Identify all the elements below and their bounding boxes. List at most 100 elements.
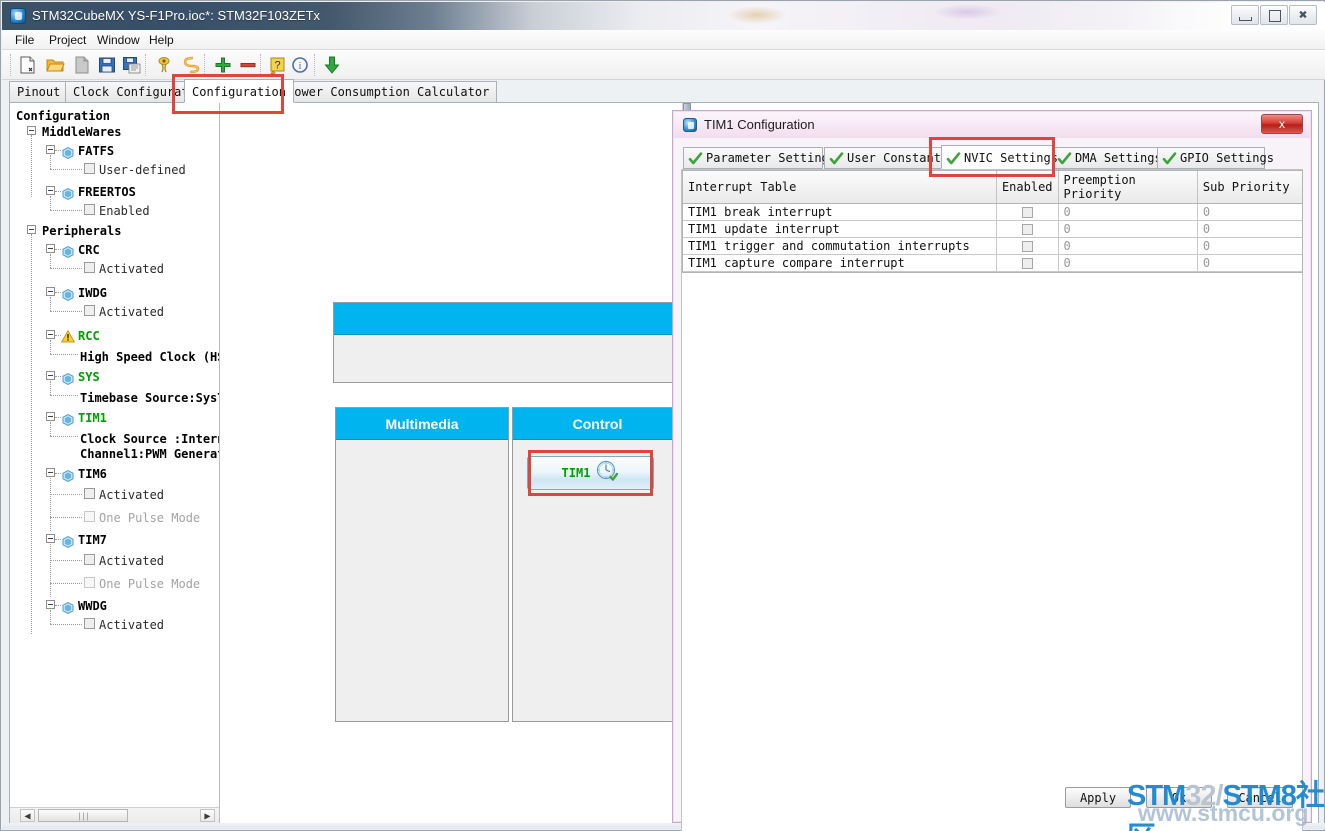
tree-node-freertos-enabled[interactable]: Enabled [99,202,150,220]
tree-node-tim7[interactable]: TIM7 [78,531,107,549]
tab-pinout[interactable]: Pinout [9,81,69,103]
tab-dma-settings[interactable]: DMA Settings [1052,147,1162,169]
tree-node-wwdg[interactable]: WWDG [78,597,107,615]
maximize-icon[interactable] [1260,5,1288,25]
checkbox-tim7-one-pulse-mode[interactable] [84,577,95,588]
cell-sub-priority[interactable]: 0 [1197,237,1302,255]
configuration-tree-panel[interactable]: Configuration MiddleWares FATFS User-def… [10,103,220,823]
checkbox-interrupt-enabled[interactable] [1021,207,1033,218]
scroll-left-arrow-icon[interactable]: ◀ [20,809,35,822]
expander-sys[interactable] [46,371,55,380]
menu-file[interactable]: File [10,32,39,48]
cancel-button[interactable]: Cancel [1227,787,1293,808]
checkbox-tim6-one-pulse-mode[interactable] [84,511,95,522]
tree-node-tim7-activated[interactable]: Activated [99,552,164,570]
tree-node-sys[interactable]: SYS [78,368,100,386]
checkbox-wwdg-activated[interactable] [84,618,95,629]
table-row[interactable]: TIM1 update interrupt 0 0 [683,220,1302,238]
tree-node-crc-activated[interactable]: Activated [99,260,164,278]
column-header-preemption-priority[interactable]: Preemption Priority [1058,171,1198,204]
apply-button[interactable]: Apply [1065,787,1131,808]
expander-tim1[interactable] [46,412,55,421]
tree-node-sys-timebase[interactable]: Timebase Source:SysTi [80,389,219,407]
checkbox-interrupt-enabled[interactable] [1021,241,1033,252]
open-project-icon[interactable] [45,55,65,75]
table-row[interactable]: TIM1 break interrupt 0 0 [683,203,1302,221]
tree-node-user-defined[interactable]: User-defined [99,161,186,179]
new-project-icon[interactable] [18,55,38,75]
cell-enabled[interactable] [996,237,1059,255]
checkbox-crc-activated[interactable] [84,262,95,273]
peripheral-button-tim1[interactable]: TIM1 [527,456,654,490]
cell-enabled[interactable] [996,220,1059,238]
cell-sub-priority[interactable]: 0 [1197,254,1302,272]
cell-preemption-priority[interactable]: 0 [1058,237,1198,255]
cell-sub-priority[interactable]: 0 [1197,220,1302,238]
generate-report-icon[interactable] [154,55,174,75]
tree-node-tim6-one-pulse-mode[interactable]: One Pulse Mode [99,509,200,527]
save-project-icon[interactable] [97,55,117,75]
expander-peripherals[interactable] [27,225,36,234]
checkbox-interrupt-enabled[interactable] [1021,224,1033,235]
tab-configuration[interactable]: Configuration [184,79,294,103]
checkbox-fatfs-user-defined[interactable] [84,163,95,174]
checkbox-iwdg-activated[interactable] [84,305,95,316]
cell-preemption-priority[interactable]: 0 [1058,254,1198,272]
tree-node-middlewares[interactable]: MiddleWares [42,123,121,141]
about-icon[interactable]: i [290,55,310,75]
cell-sub-priority[interactable]: 0 [1197,203,1302,221]
cell-preemption-priority[interactable]: 0 [1058,203,1198,221]
close-project-icon[interactable] [72,55,92,75]
tree-node-tim1-channel1[interactable]: Channel1:PWM Generatio [80,445,219,463]
cell-enabled[interactable] [996,203,1059,221]
menu-window[interactable]: Window [92,32,145,48]
expander-iwdg[interactable] [46,287,55,296]
save-project-as-icon[interactable] [122,55,142,75]
expander-tim6[interactable] [46,468,55,477]
tree-node-tim6[interactable]: TIM6 [78,465,107,483]
tree-node-tim1[interactable]: TIM1 [78,409,107,427]
tab-parameter-settings[interactable]: Parameter Settings [683,147,836,169]
checkbox-interrupt-enabled[interactable] [1021,258,1033,269]
tab-power-consumption-calculator[interactable]: Power Consumption Calculator [279,81,498,103]
tree-node-rcc-hse[interactable]: High Speed Clock (HS [80,348,219,366]
scroll-thumb[interactable] [38,809,128,822]
checkbox-freertos-enabled[interactable] [84,204,95,215]
ok-button[interactable]: Ok [1146,787,1212,808]
column-header-sub-priority[interactable]: Sub Priority [1197,171,1302,204]
tree-horizontal-scrollbar[interactable]: ◀ ▶ [10,807,219,823]
tree-node-freertos[interactable]: FREERTOS [78,183,136,201]
dialog-close-button[interactable]: x [1261,114,1303,134]
tab-user-constants[interactable]: User Constants [824,147,948,169]
zoom-out-icon[interactable] [238,55,258,75]
tab-gpio-settings[interactable]: GPIO Settings [1157,147,1274,169]
table-row[interactable]: TIM1 trigger and commutation interrupts … [683,237,1302,255]
expander-crc[interactable] [46,244,55,253]
table-row[interactable]: TIM1 capture compare interrupt 0 0 [683,254,1302,272]
tree-node-wwdg-activated[interactable]: Activated [99,616,164,634]
tree-node-peripherals[interactable]: Peripherals [42,222,121,240]
expander-tim7[interactable] [46,534,55,543]
tree-node-rcc[interactable]: RCC [78,327,100,345]
expander-wwdg[interactable] [46,600,55,609]
update-icon[interactable] [322,55,342,75]
tree-node-fatfs[interactable]: FATFS [78,142,114,160]
tree-node-iwdg-activated[interactable]: Activated [99,303,164,321]
help-icon[interactable]: ? [268,55,288,75]
tree-node-iwdg[interactable]: IWDG [78,284,107,302]
column-header-interrupt-table[interactable]: Interrupt Table [683,171,997,204]
tab-nvic-settings[interactable]: NVIC Settings [941,145,1058,169]
expander-freertos[interactable] [46,186,55,195]
cell-preemption-priority[interactable]: 0 [1058,220,1198,238]
menu-project[interactable]: Project [44,32,91,48]
tree-node-tim7-one-pulse-mode[interactable]: One Pulse Mode [99,575,200,593]
menu-help[interactable]: Help [144,32,179,48]
expander-fatfs[interactable] [46,145,55,154]
cell-enabled[interactable] [996,254,1059,272]
expander-middlewares[interactable] [27,126,36,135]
tree-node-tim6-activated[interactable]: Activated [99,486,164,504]
checkbox-tim7-activated[interactable] [84,554,95,565]
zoom-in-icon[interactable] [213,55,233,75]
generate-code-icon[interactable] [180,55,200,75]
scroll-right-arrow-icon[interactable]: ▶ [200,809,215,822]
